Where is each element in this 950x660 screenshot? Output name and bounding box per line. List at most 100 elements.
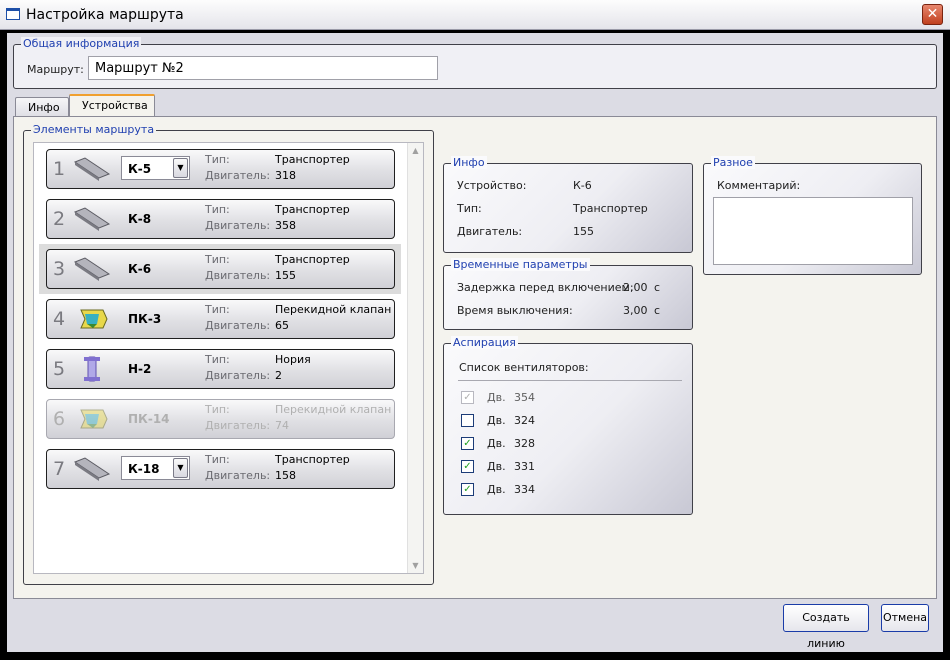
scroll-up-icon[interactable]: ▲: [410, 145, 421, 156]
type-label: Тип:: [457, 202, 482, 215]
route-element-card[interactable]: 3 К-6 Тип: Транспортер Двигатель: 155: [46, 249, 395, 289]
fan-checkbox[interactable]: ✓: [461, 391, 474, 404]
timing-group: Временные параметры Задержка перед включ…: [443, 258, 693, 330]
fan-number: 324: [514, 414, 535, 427]
fan-checkbox[interactable]: [461, 414, 474, 427]
off-time-value[interactable]: 3,00: [623, 304, 648, 317]
fan-number: 328: [514, 437, 535, 450]
list-item[interactable]: 5 Н-2 Тип: Нория Двигатель: 2: [39, 344, 401, 394]
list-item[interactable]: 3 К-6 Тип: Транспортер Двигатель: 155: [39, 244, 401, 294]
conveyor-icon: [73, 207, 111, 231]
comment-label: Комментарий:: [717, 179, 801, 192]
engine-value: 74: [275, 419, 289, 432]
timing-legend: Временные параметры: [451, 258, 590, 271]
delay-value[interactable]: 2,00: [623, 281, 648, 294]
conveyor-icon: [73, 157, 111, 181]
device-select[interactable]: К-18 ▼: [121, 456, 190, 480]
route-element-card[interactable]: 6 ПК-14 Тип: Перекидной клапан Двигатель…: [46, 399, 395, 439]
route-element-card[interactable]: 4 ПК-3 Тип: Перекидной клапан Двигатель:…: [46, 299, 395, 339]
list-item[interactable]: 6 ПК-14 Тип: Перекидной клапан Двигатель…: [39, 394, 401, 444]
tab-devices[interactable]: Устройства: [69, 94, 155, 118]
engine-value: 65: [275, 319, 289, 332]
fan-list-label: Список вентиляторов:: [459, 361, 589, 374]
engine-value: 358: [275, 219, 296, 232]
aspiration-group: Аспирация Список вентиляторов: ✓ Дв. 354…: [443, 336, 693, 515]
type-key: Тип:: [205, 353, 230, 366]
route-input[interactable]: [88, 56, 438, 80]
engine-value: 2: [275, 369, 282, 382]
title-bar: Настройка маршрута ✕: [0, 0, 950, 30]
list-item[interactable]: 1 К-5 ▼ Тип: Транспортер Двигатель: 318: [39, 144, 401, 194]
fan-checkbox[interactable]: ✓: [461, 483, 474, 496]
type-value: Перекидной клапан: [275, 403, 392, 416]
cancel-button[interactable]: Отмена: [881, 604, 929, 632]
window-icon: [6, 8, 20, 20]
close-button[interactable]: ✕: [922, 4, 943, 25]
fan-checkbox[interactable]: ✓: [461, 437, 474, 450]
engine-value: 155: [573, 225, 594, 238]
fan-label: Дв.: [487, 460, 506, 473]
chevron-down-icon[interactable]: ▼: [173, 458, 188, 478]
engine-key: Двигатель:: [205, 469, 271, 482]
device-select[interactable]: К-5 ▼: [121, 156, 190, 180]
type-key: Тип:: [205, 203, 230, 216]
route-elements-legend: Элементы маршрута: [31, 123, 157, 136]
list-item[interactable]: 7 К-18 ▼ Тип: Транспортер Двигатель: 158: [39, 444, 401, 494]
elevator-icon: [84, 356, 100, 382]
conveyor-icon: [73, 257, 111, 281]
off-time-unit: с: [654, 304, 661, 317]
fan-label: Дв.: [487, 437, 506, 450]
fan-label: Дв.: [487, 414, 506, 427]
device-code: К-8: [128, 212, 152, 226]
route-element-card[interactable]: 2 К-8 Тип: Транспортер Двигатель: 358: [46, 199, 395, 239]
type-value: Транспортер: [275, 253, 350, 266]
type-key: Тип:: [205, 253, 230, 266]
delay-unit: с: [654, 281, 661, 294]
window-title: Настройка маршрута: [26, 7, 184, 23]
route-element-card[interactable]: 1 К-5 ▼ Тип: Транспортер Двигатель: 318: [46, 149, 395, 189]
device-code: ПК-14: [128, 412, 170, 426]
route-label: Маршрут:: [27, 63, 84, 76]
misc-group: Разное Комментарий:: [703, 156, 922, 275]
tab-info[interactable]: Инфо: [15, 97, 69, 117]
comment-textarea[interactable]: [713, 197, 913, 265]
engine-key: Двигатель:: [205, 219, 271, 232]
type-value: Транспортер: [573, 202, 648, 215]
fan-checkbox[interactable]: ✓: [461, 460, 474, 473]
fan-number: 331: [514, 460, 535, 473]
route-element-card[interactable]: 5 Н-2 Тип: Нория Двигатель: 2: [46, 349, 395, 389]
device-info-group: Инфо Устройство: К-6 Тип: Транспортер Дв…: [443, 156, 693, 253]
chevron-down-icon[interactable]: ▼: [173, 158, 188, 178]
list-item[interactable]: 4 ПК-3 Тип: Перекидной клапан Двигатель:…: [39, 294, 401, 344]
route-element-card[interactable]: 7 К-18 ▼ Тип: Транспортер Двигатель: 158: [46, 449, 395, 489]
scroll-down-icon[interactable]: ▼: [410, 560, 421, 571]
engine-key: Двигатель:: [205, 319, 271, 332]
device-label: Устройство:: [457, 179, 527, 192]
type-value: Нория: [275, 353, 311, 366]
element-number: 1: [53, 158, 66, 180]
device-value: К-6: [573, 179, 592, 192]
element-number: 6: [53, 408, 66, 430]
type-key: Тип:: [205, 303, 230, 316]
route-elements-list[interactable]: 1 К-5 ▼ Тип: Транспортер Двигатель: 318: [33, 142, 424, 574]
engine-key: Двигатель:: [205, 269, 271, 282]
type-key: Тип:: [205, 453, 230, 466]
list-item[interactable]: 2 К-8 Тип: Транспортер Двигатель: 358: [39, 194, 401, 244]
list-scrollbar[interactable]: ▲ ▼: [407, 143, 423, 573]
element-number: 4: [53, 308, 66, 330]
create-line-button[interactable]: Создать линию: [783, 604, 869, 650]
type-value: Перекидной клапан: [275, 303, 392, 316]
element-number: 5: [53, 358, 66, 380]
delay-label: Задержка перед включением:: [457, 281, 634, 294]
element-number: 2: [53, 208, 66, 230]
engine-key: Двигатель:: [205, 169, 271, 182]
valve-icon: [80, 409, 108, 429]
type-value: Транспортер: [275, 453, 350, 466]
valve-icon: [80, 309, 108, 329]
misc-legend: Разное: [711, 156, 755, 169]
dialog-client: Общая информация Маршрут: Инфо Устройств…: [7, 33, 943, 652]
fan-label: Дв.: [487, 391, 506, 404]
engine-value: 155: [275, 269, 296, 282]
engine-label: Двигатель:: [457, 225, 523, 238]
divider: [458, 380, 682, 381]
